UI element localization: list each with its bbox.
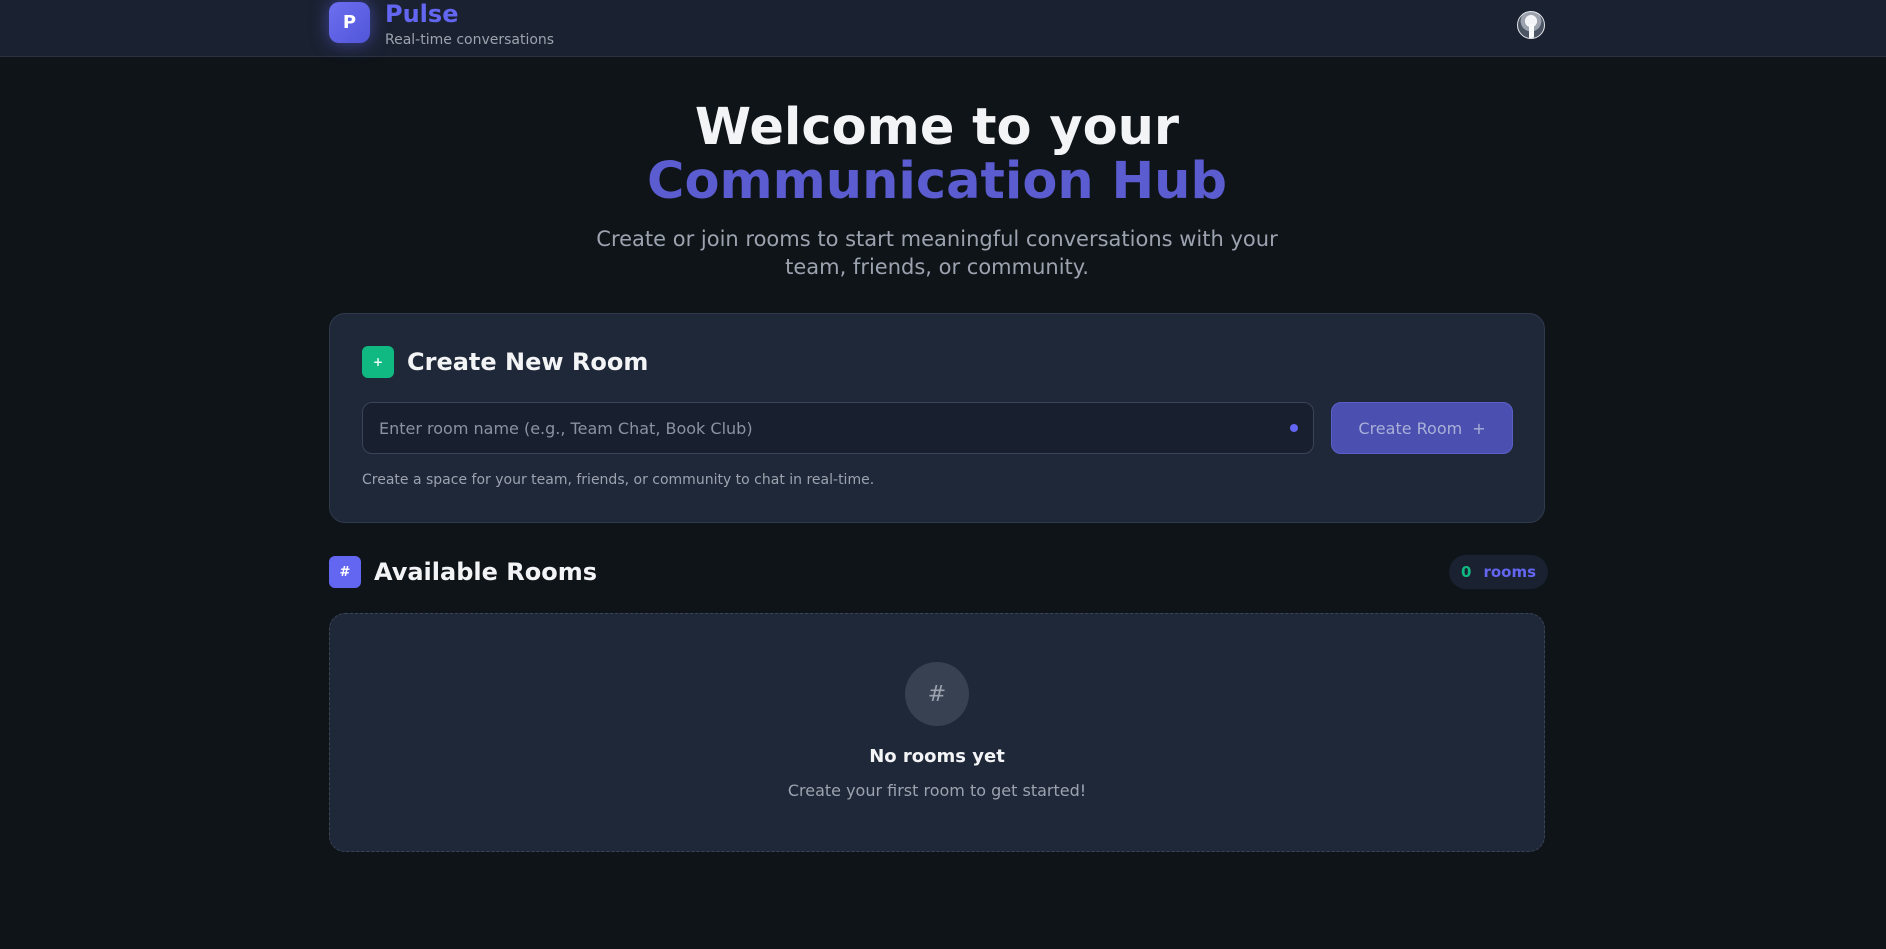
brand-text: Pulse Real-time conversations (385, 0, 554, 49)
create-room-card: + Create New Room Create Room + Create a… (329, 313, 1545, 523)
plus-icon: + (362, 346, 394, 378)
room-name-input[interactable] (362, 402, 1314, 454)
hero-title-line1: Welcome to your (694, 98, 1180, 157)
available-rooms-header: # Available Rooms (329, 556, 597, 588)
hero-section: Welcome to your Communication Hub Create… (0, 96, 1874, 281)
create-room-button-label: Create Room (1358, 418, 1463, 438)
input-status-dot-icon (1290, 424, 1298, 432)
create-room-header: + Create New Room (362, 346, 648, 378)
hash-icon: # (329, 556, 361, 588)
empty-state-subtitle: Create your first room to get started! (787, 781, 1087, 800)
available-rooms-title: Available Rooms (374, 558, 597, 586)
empty-state-title: No rooms yet (869, 746, 1005, 767)
pulse-logo-icon: P (329, 2, 370, 43)
brand[interactable]: P Pulse Real-time conversations (329, 0, 554, 49)
hero-subtitle: Create or join rooms to start meaningful… (596, 227, 1278, 279)
top-navbar: P Pulse Real-time conversations (0, 0, 1886, 57)
hero-title: Welcome to your Communication Hub (0, 96, 1874, 211)
create-room-title: Create New Room (407, 348, 649, 376)
hero-title-line2: Communication Hub (647, 152, 1227, 211)
plus-icon: + (1472, 418, 1486, 438)
room-count-label: rooms (1483, 563, 1537, 581)
user-avatar-icon[interactable] (1517, 11, 1545, 39)
room-count-number: 0 (1461, 563, 1472, 581)
app-name: Pulse (385, 0, 459, 28)
room-count-badge: 0 rooms (1449, 555, 1549, 589)
create-room-button[interactable]: Create Room + (1331, 402, 1513, 454)
hash-icon: # (905, 662, 969, 726)
create-room-hint: Create a space for your team, friends, o… (362, 472, 875, 488)
app-tagline: Real-time conversations (385, 32, 555, 48)
rooms-empty-state: # No rooms yet Create your first room to… (329, 613, 1545, 852)
